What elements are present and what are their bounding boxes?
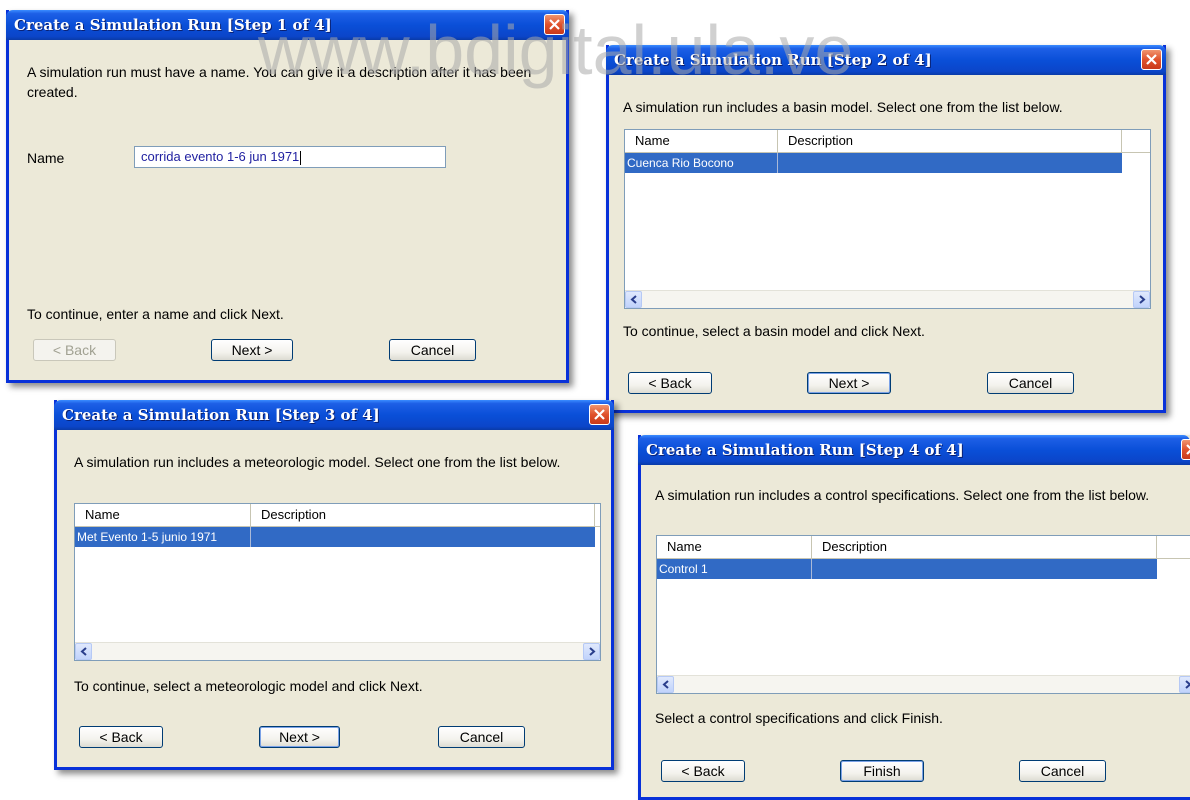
title-bar[interactable]: Create a Simulation Run [Step 4 of 4]: [638, 435, 1190, 465]
column-header-name[interactable]: Name: [75, 504, 251, 526]
name-input-value: corrida evento 1-6 jun 1971: [141, 149, 300, 164]
chevron-right-icon: [1139, 295, 1146, 304]
name-input[interactable]: corrida evento 1-6 jun 1971: [134, 146, 446, 168]
cancel-button[interactable]: Cancel: [987, 372, 1074, 394]
dialog-title: Create a Simulation Run [Step 3 of 4]: [62, 406, 380, 424]
scroll-right-button[interactable]: [1133, 291, 1150, 308]
column-header-description[interactable]: Description: [251, 504, 595, 526]
name-label: Name: [27, 150, 65, 166]
meteorologic-model-table[interactable]: Name Description Met Evento 1-5 junio 19…: [74, 503, 601, 661]
next-button[interactable]: Next >: [807, 372, 891, 394]
row-name: Met Evento 1-5 junio 1971: [75, 527, 251, 547]
instruction-text: To continue, select a meteorologic model…: [74, 678, 423, 694]
dialog-step-2: Create a Simulation Run [Step 2 of 4] A …: [606, 45, 1166, 413]
chevron-right-icon: [1185, 680, 1190, 689]
table-header: Name Description: [625, 130, 1150, 153]
dialog-title: Create a Simulation Run [Step 1 of 4]: [14, 16, 332, 34]
scroll-left-button[interactable]: [75, 643, 92, 660]
back-button[interactable]: < Back: [661, 760, 745, 782]
chevron-left-icon: [630, 295, 637, 304]
chevron-left-icon: [662, 680, 669, 689]
scroll-right-button[interactable]: [583, 643, 600, 660]
close-icon: [1146, 54, 1157, 65]
intro-text: A simulation run includes a control spec…: [655, 487, 1150, 503]
control-specifications-table[interactable]: Name Description Control 1: [656, 535, 1190, 694]
column-header-description[interactable]: Description: [778, 130, 1122, 152]
next-button[interactable]: Next >: [259, 726, 340, 748]
close-button[interactable]: [589, 404, 610, 425]
row-description: [778, 153, 1122, 173]
dialog-step-1: Create a Simulation Run [Step 1 of 4] A …: [6, 10, 569, 383]
close-button[interactable]: [1141, 49, 1162, 70]
back-button[interactable]: < Back: [79, 726, 163, 748]
dialog-step-3: Create a Simulation Run [Step 3 of 4] A …: [54, 400, 614, 770]
close-icon: [549, 19, 560, 30]
intro-text: A simulation run includes a meteorologic…: [74, 454, 561, 470]
close-icon: [1186, 444, 1190, 455]
table-row[interactable]: Control 1: [657, 559, 1157, 579]
title-bar[interactable]: Create a Simulation Run [Step 3 of 4]: [54, 400, 614, 430]
column-header-name[interactable]: Name: [625, 130, 778, 152]
table-row[interactable]: Met Evento 1-5 junio 1971: [75, 527, 595, 547]
instruction-text: To continue, enter a name and click Next…: [27, 306, 284, 322]
next-button[interactable]: Next >: [211, 339, 293, 361]
column-header-name[interactable]: Name: [657, 536, 812, 558]
horizontal-scrollbar[interactable]: [75, 642, 600, 660]
cancel-button[interactable]: Cancel: [1019, 760, 1106, 782]
table-row[interactable]: Cuenca Rio Bocono: [625, 153, 1122, 173]
horizontal-scrollbar[interactable]: [625, 290, 1150, 308]
intro-text: A simulation run must have a name. You c…: [27, 64, 532, 100]
chevron-right-icon: [589, 647, 596, 656]
cancel-button[interactable]: Cancel: [438, 726, 525, 748]
dialog-step-4: Create a Simulation Run [Step 4 of 4] A …: [638, 435, 1190, 800]
finish-button[interactable]: Finish: [840, 760, 924, 782]
close-button[interactable]: [1181, 439, 1190, 460]
instruction-text: Select a control specifications and clic…: [655, 710, 943, 726]
dialog-title: Create a Simulation Run [Step 4 of 4]: [646, 441, 964, 459]
cancel-button[interactable]: Cancel: [389, 339, 476, 361]
row-description: [251, 527, 595, 547]
column-header-description[interactable]: Description: [812, 536, 1157, 558]
instruction-text: To continue, select a basin model and cl…: [623, 323, 925, 339]
basin-model-table[interactable]: Name Description Cuenca Rio Bocono: [624, 129, 1151, 309]
dialog-title: Create a Simulation Run [Step 2 of 4]: [614, 51, 932, 69]
scroll-left-button[interactable]: [625, 291, 642, 308]
table-header: Name Description: [75, 504, 600, 527]
title-bar[interactable]: Create a Simulation Run [Step 2 of 4]: [606, 45, 1166, 75]
back-button[interactable]: < Back: [33, 339, 116, 361]
intro-text: A simulation run includes a basin model.…: [623, 99, 1063, 115]
row-name: Cuenca Rio Bocono: [625, 153, 778, 173]
close-icon: [594, 409, 605, 420]
chevron-left-icon: [80, 647, 87, 656]
scroll-right-button[interactable]: [1179, 676, 1190, 693]
title-bar[interactable]: Create a Simulation Run [Step 1 of 4]: [6, 10, 569, 40]
close-button[interactable]: [544, 14, 565, 35]
horizontal-scrollbar[interactable]: [657, 675, 1190, 693]
table-header: Name Description: [657, 536, 1190, 559]
text-caret: [300, 150, 302, 165]
back-button[interactable]: < Back: [628, 372, 712, 394]
scroll-left-button[interactable]: [657, 676, 674, 693]
row-description: [812, 559, 1157, 579]
row-name: Control 1: [657, 559, 812, 579]
